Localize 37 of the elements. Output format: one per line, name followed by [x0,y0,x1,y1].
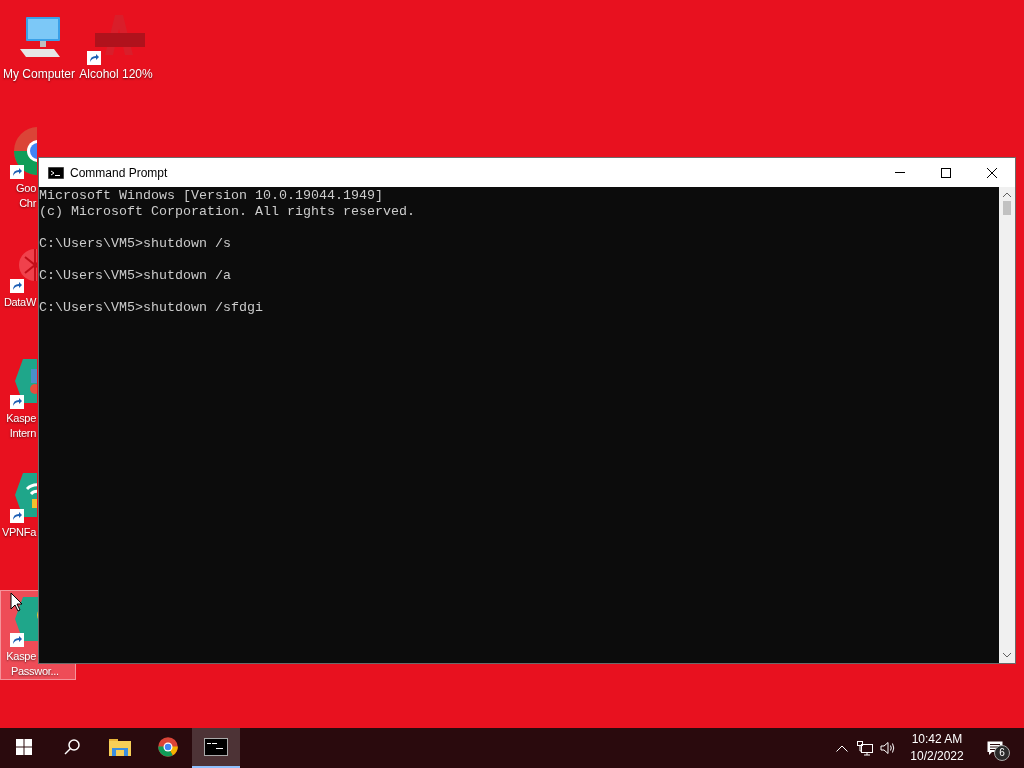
scrollbar[interactable] [999,187,1015,663]
chevron-up-icon[interactable] [836,744,848,752]
icon-label: Alcohol 120% [79,67,153,82]
icon-label: Passwor... [11,664,59,679]
icon-label: Goo [16,181,36,196]
icon-label: DataW [3,295,36,310]
icon-label: My Computer [3,67,75,82]
windows-logo-icon [16,739,32,755]
icon-label: VPNFa [2,525,36,540]
chrome-icon [157,736,179,758]
volume-icon[interactable] [880,741,896,755]
console-line: C:\Users\VM5>shutdown /sfdgi [39,300,263,316]
window-title: Command Prompt [70,164,168,182]
folder-icon [109,738,131,756]
console-line: Microsoft Windows [Version 10.0.19044.1949] [39,188,383,204]
console-icon [48,166,64,179]
search-icon [64,739,80,755]
icon-label: Kaspe [6,649,36,664]
console-line: C:\Users\VM5>shutdown /a [39,268,231,284]
notification-badge: 6 [994,745,1010,761]
maximize-icon [941,167,951,178]
taskbar-button[interactable] [192,728,240,768]
icon-label: Chr [19,196,36,211]
clock[interactable]: 10:42 AM 10/2/2022 [902,731,972,765]
close-icon [987,167,997,178]
console-line: C:\Users\VM5>shutdown /s [39,236,231,252]
icon-label: Kaspe [6,411,36,426]
notification-button[interactable]: 6 [972,728,1018,768]
scroll-thumb[interactable] [1003,201,1011,215]
minimize-icon [895,172,905,173]
console-line: (c) Microsoft Corporation. All rights reserved. [39,204,415,220]
console-icon [204,738,228,756]
icon-label: Intern [9,426,36,441]
network-icon[interactable] [857,740,873,756]
desktop-icon[interactable]: My Computer [2,8,76,83]
mouse-cursor-icon [10,592,23,612]
desktop-icon[interactable]: Alcohol 120% [78,8,154,83]
